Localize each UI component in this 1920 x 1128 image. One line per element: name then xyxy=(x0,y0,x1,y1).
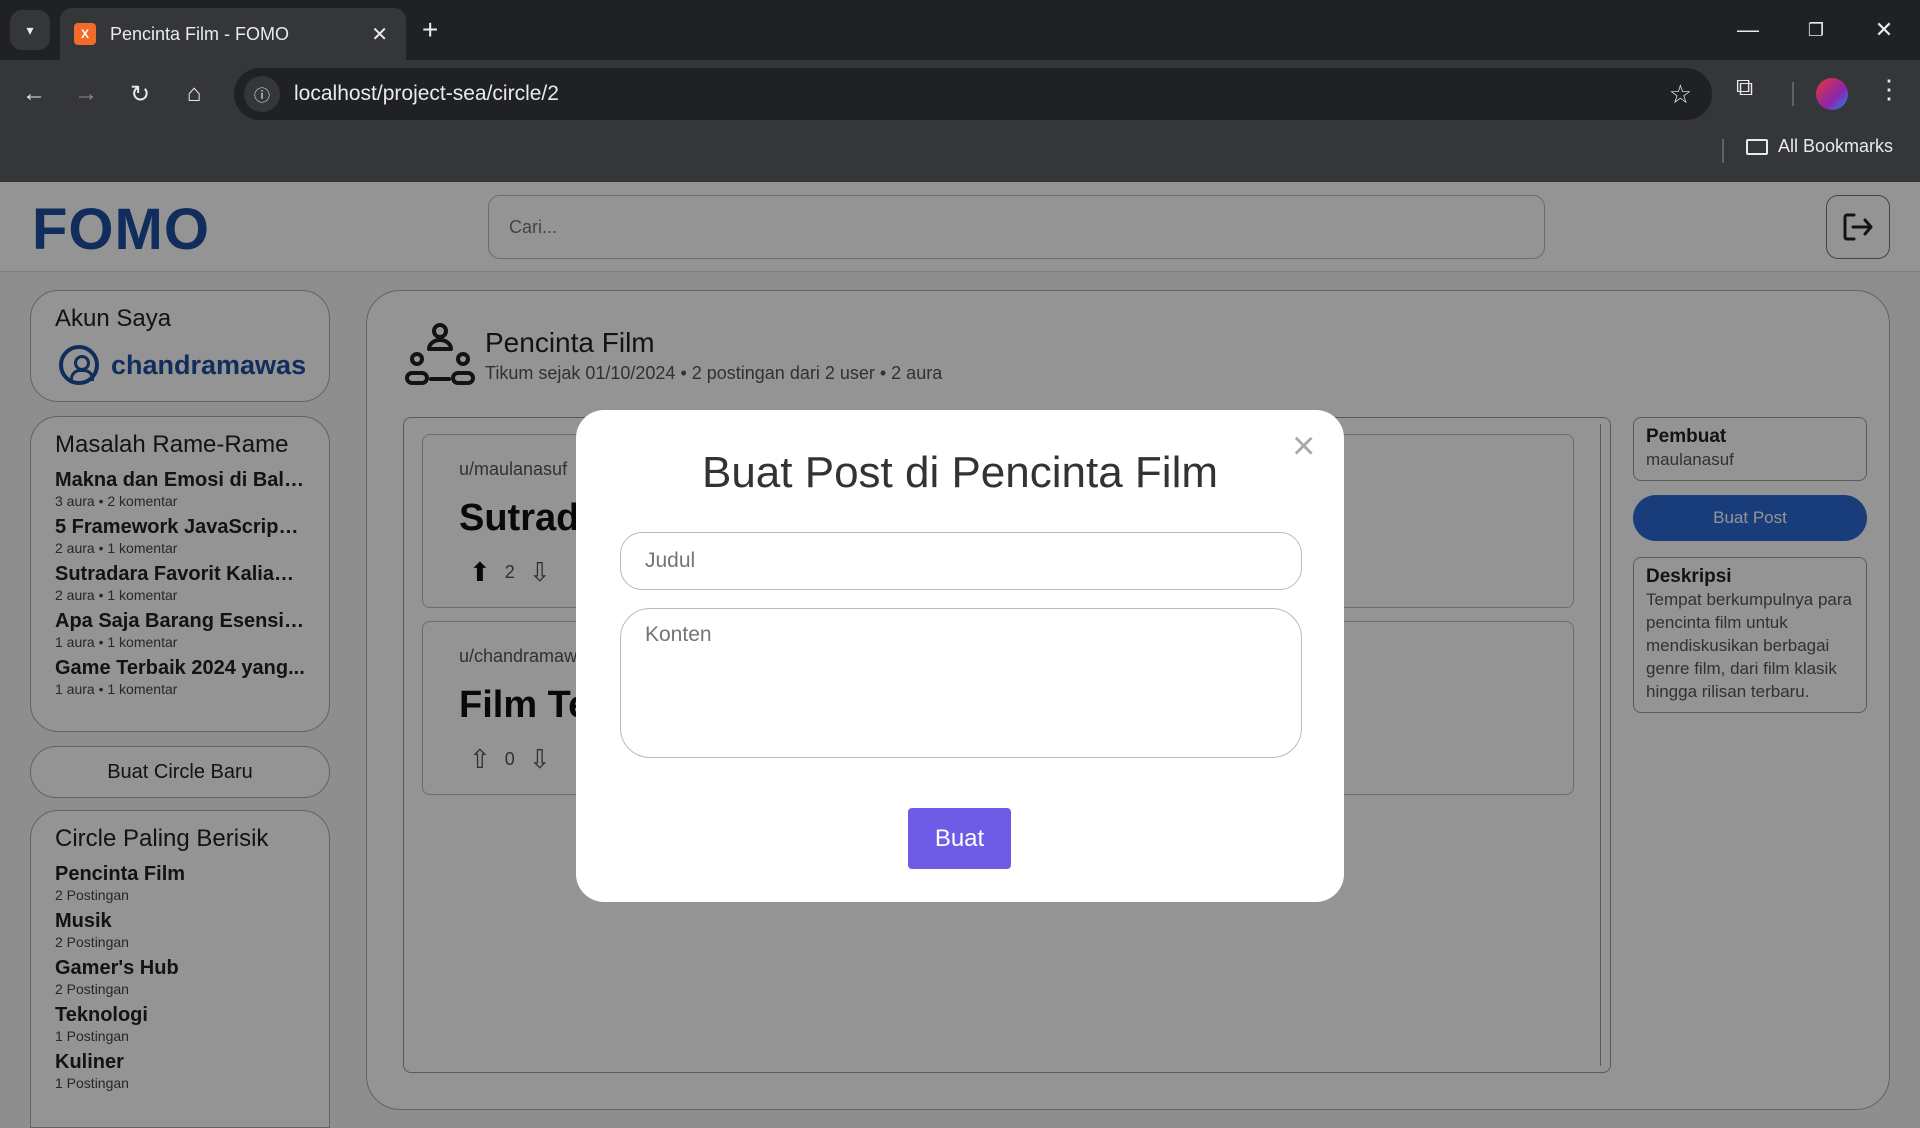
home-icon[interactable]: ⌂ xyxy=(174,74,214,114)
extensions-icon[interactable]: ⧉ xyxy=(1736,74,1753,102)
submit-post-button[interactable]: Buat xyxy=(908,808,1011,869)
url-text[interactable]: localhost/project-sea/circle/2 xyxy=(294,82,1669,106)
reload-icon[interactable]: ↻ xyxy=(120,74,160,114)
tab-menu-icon[interactable]: ▾ xyxy=(10,10,50,50)
post-content-textarea[interactable] xyxy=(620,608,1302,758)
modal-title: Buat Post di Pencinta Film xyxy=(701,448,1218,497)
folder-icon xyxy=(1746,138,1768,155)
plus-icon[interactable]: + xyxy=(422,14,438,46)
all-bookmarks[interactable]: All Bookmarks xyxy=(1746,136,1893,157)
bookmark-divider xyxy=(1722,139,1724,163)
toolbar-divider xyxy=(1792,82,1794,106)
browser-toolbar: ← → ↻ ⌂ ⓘ localhost/project-sea/circle/2… xyxy=(0,60,1920,188)
restore-icon[interactable]: ❐ xyxy=(1796,10,1836,50)
address-bar[interactable]: ⓘ localhost/project-sea/circle/2 ☆ xyxy=(234,68,1712,120)
profile-avatar[interactable] xyxy=(1816,78,1848,110)
browser-tabbar: ▾ X Pencinta Film - FOMO ✕ + — ❐ ✕ xyxy=(0,0,1920,60)
minimize-icon[interactable]: — xyxy=(1728,10,1768,50)
favicon-icon: X xyxy=(74,23,96,45)
page: FOMO Akun Saya chandramawas Masalah Rame… xyxy=(0,182,1920,1128)
star-icon[interactable]: ☆ xyxy=(1669,79,1692,110)
more-icon[interactable]: ⋮ xyxy=(1876,74,1902,105)
tab-title: Pencinta Film - FOMO xyxy=(110,23,290,44)
create-post-modal: × Buat Post di Pencinta Film Buat xyxy=(576,410,1344,902)
close-window-icon[interactable]: ✕ xyxy=(1864,10,1904,50)
post-title-input[interactable] xyxy=(620,532,1302,590)
bookmarks-label: All Bookmarks xyxy=(1778,136,1894,156)
info-icon[interactable]: ⓘ xyxy=(244,76,280,112)
browser-tab[interactable]: X Pencinta Film - FOMO ✕ xyxy=(60,8,406,60)
close-icon[interactable]: ✕ xyxy=(371,22,388,47)
back-icon[interactable]: ← xyxy=(14,74,54,114)
forward-icon[interactable]: → xyxy=(66,74,106,114)
